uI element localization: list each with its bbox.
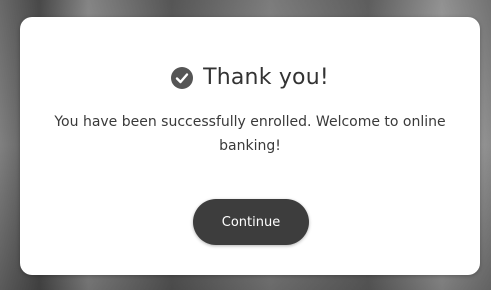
dialog-header: Thank you! xyxy=(20,65,480,90)
success-dialog: Thank you! You have been successfully en… xyxy=(20,17,480,275)
continue-button[interactable]: Continue xyxy=(193,199,309,245)
dialog-message: You have been successfully enrolled. Wel… xyxy=(54,114,446,154)
check-circle-icon xyxy=(171,66,194,89)
dialog-title: Thank you! xyxy=(203,65,329,90)
